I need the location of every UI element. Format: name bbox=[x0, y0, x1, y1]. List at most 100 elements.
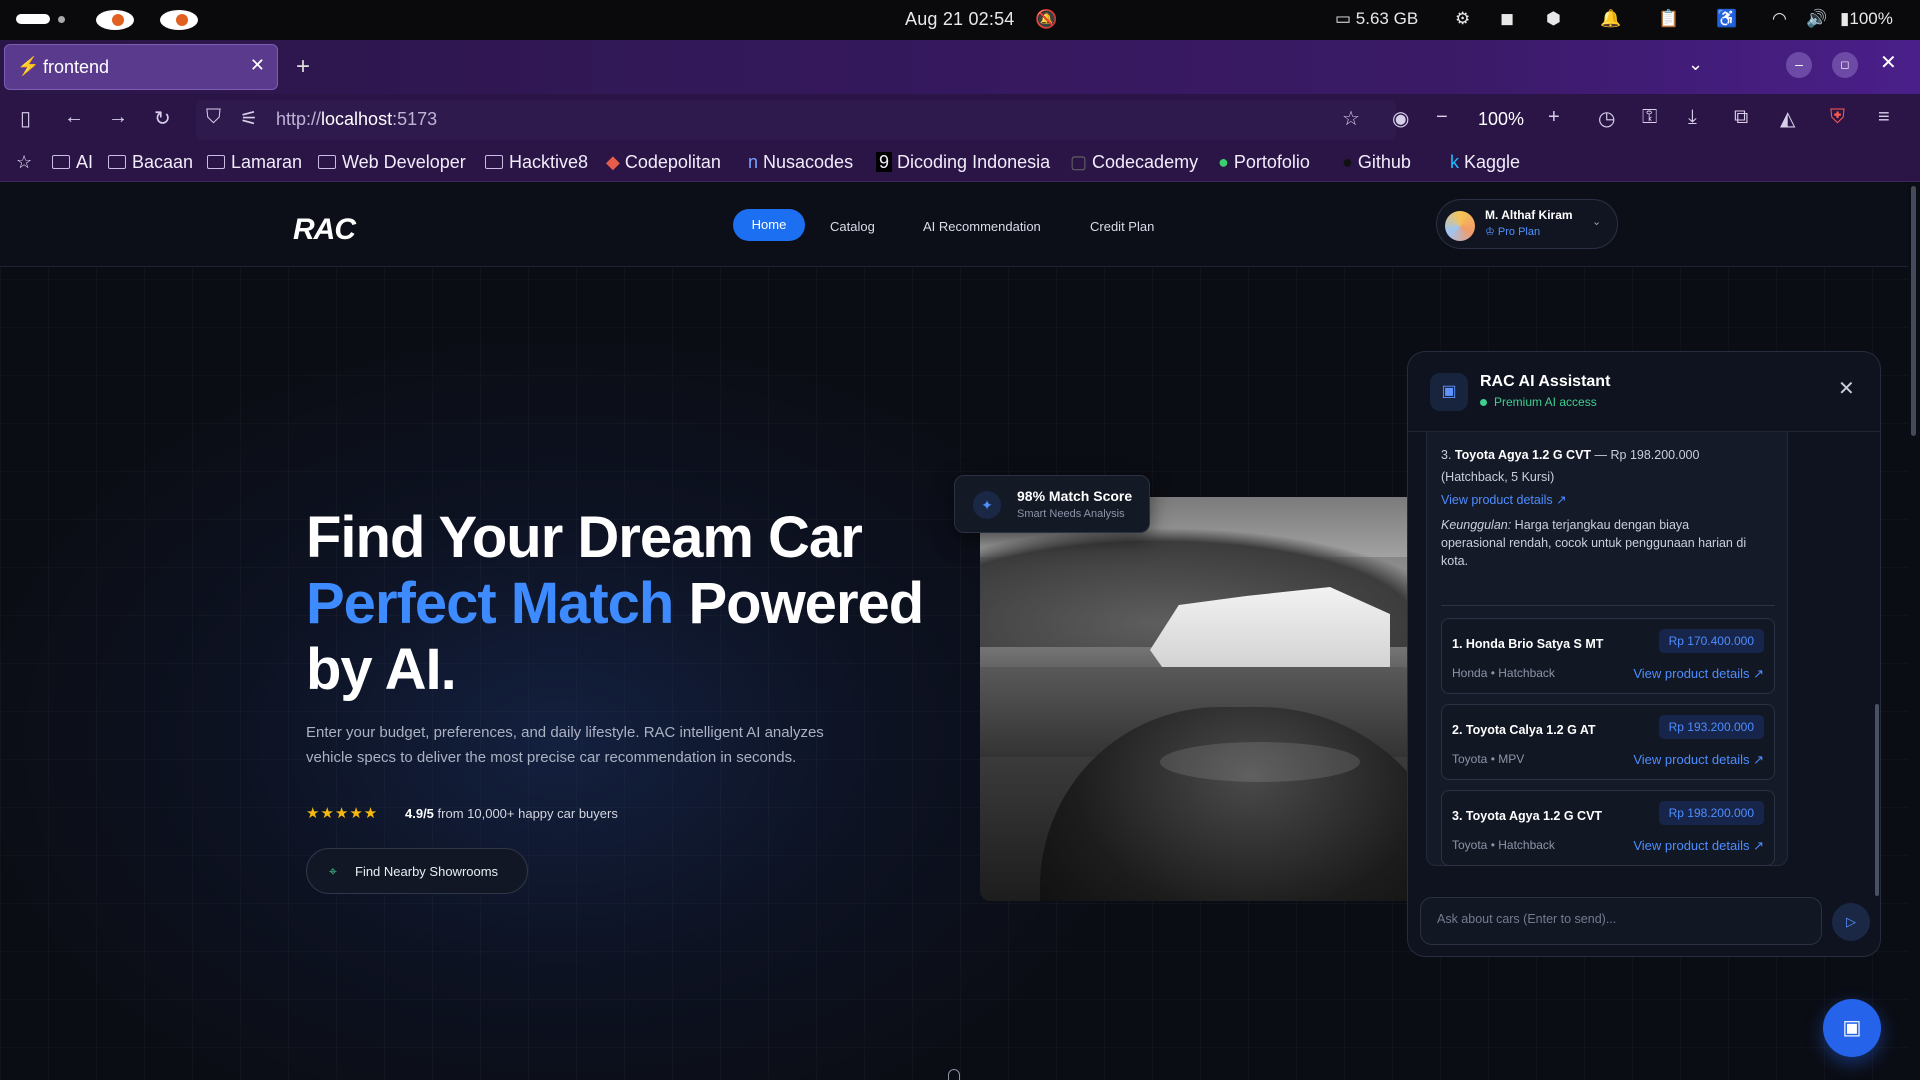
zoom-out-icon[interactable]: − bbox=[1436, 106, 1448, 129]
nav-ai-recommendation[interactable]: AI Recommendation bbox=[923, 219, 1041, 234]
zoom-level[interactable]: 100% bbox=[1478, 109, 1524, 130]
extension-icon[interactable]: ◭ bbox=[1780, 106, 1795, 131]
view-product-link[interactable]: View product details ↗ bbox=[1441, 492, 1567, 507]
menu-icon[interactable]: ≡ bbox=[1878, 106, 1890, 129]
download-icon[interactable]: ⤓ bbox=[1688, 106, 1697, 129]
bookmark-label: Codepolitan bbox=[624, 152, 721, 172]
bookmarks-star-icon[interactable]: ☆ bbox=[16, 152, 32, 173]
portfolio-icon: ● bbox=[1218, 152, 1234, 172]
chat-subtitle: Premium AI access bbox=[1494, 395, 1597, 409]
workspace-dot[interactable] bbox=[58, 16, 65, 23]
shield-icon[interactable]: ⛉ bbox=[206, 106, 221, 129]
bookmark-link[interactable]: ● Github bbox=[1342, 152, 1411, 173]
recommendation-card[interactable]: 3. Toyota Agya 1.2 G CVT Rp 198.200.000 … bbox=[1441, 790, 1775, 866]
workspace-indicator[interactable] bbox=[16, 14, 50, 24]
close-window-button[interactable]: ✕ bbox=[1880, 50, 1897, 75]
bookmark-link[interactable]: 9 Dicoding Indonesia bbox=[876, 152, 1050, 173]
rating-caption: from 10,000+ happy car buyers bbox=[433, 806, 618, 821]
msg-item-price: — Rp 198.200.000 bbox=[1591, 448, 1700, 462]
view-product-label: View product details bbox=[1633, 752, 1750, 767]
find-showrooms-button[interactable]: ⌖ Find Nearby Showrooms bbox=[306, 848, 528, 894]
scroll-down-indicator bbox=[948, 1069, 960, 1080]
browser-tab[interactable]: ⚡ frontend ✕ bbox=[4, 44, 278, 90]
view-product-link[interactable]: View product details ↗ bbox=[1633, 752, 1764, 768]
view-product-link[interactable]: View product details ↗ bbox=[1633, 838, 1764, 854]
bookmark-folder[interactable]: Bacaan bbox=[108, 152, 193, 173]
bookmark-label: Hacktive8 bbox=[509, 152, 589, 172]
extensions-icon[interactable]: ⧉ bbox=[1734, 106, 1748, 129]
battery-indicator[interactable]: ▮100% bbox=[1840, 9, 1893, 29]
folder-icon bbox=[207, 155, 225, 169]
clock[interactable]: Aug 21 02:54 bbox=[905, 9, 1015, 30]
history-icon[interactable]: ◷ bbox=[1598, 106, 1615, 131]
msg-item-name: Toyota Agya 1.2 G CVT bbox=[1454, 448, 1592, 462]
eye-icon bbox=[160, 10, 198, 30]
bookmark-link[interactable]: ● Portofolio bbox=[1218, 152, 1310, 173]
back-arrow-icon[interactable]: ← bbox=[64, 106, 84, 129]
external-link-icon: ↗ bbox=[1753, 666, 1764, 681]
shield-icon[interactable]: ⬢ bbox=[1546, 9, 1561, 29]
star-bookmark-icon[interactable]: ☆ bbox=[1342, 106, 1360, 131]
page-scrollbar-thumb[interactable] bbox=[1911, 186, 1916, 436]
bookmark-link[interactable]: n Nusacodes bbox=[748, 152, 853, 173]
bookmark-link[interactable]: ◆ Codepolitan bbox=[606, 152, 721, 173]
recommendation-meta: Toyota • Hatchback bbox=[1452, 838, 1555, 852]
notification-icon[interactable]: 🔔 bbox=[1600, 9, 1621, 29]
msg-item-prefix: 3. bbox=[1441, 448, 1455, 462]
site-logo[interactable]: RAC bbox=[293, 213, 356, 247]
clipboard-icon[interactable]: 📋 bbox=[1658, 9, 1679, 29]
url-port: :5173 bbox=[392, 109, 438, 129]
view-product-label: View product details bbox=[1633, 838, 1750, 853]
nav-catalog[interactable]: Catalog bbox=[830, 219, 875, 234]
volume-icon[interactable]: 🔊 bbox=[1806, 9, 1827, 29]
minimize-button[interactable]: – bbox=[1786, 52, 1812, 78]
crown-icon: ♔ bbox=[1485, 226, 1498, 238]
nav-home[interactable]: Home bbox=[733, 209, 805, 241]
wifi-icon[interactable]: ◠ bbox=[1772, 9, 1787, 29]
sparkle-icon: ✦ bbox=[973, 491, 1001, 519]
price-badge: Rp 193.200.000 bbox=[1658, 715, 1764, 739]
key-icon[interactable]: ⚿ bbox=[1642, 106, 1657, 129]
ai-assistant-panel: ▣ RAC AI Assistant Premium AI access ✕ 3… bbox=[1407, 351, 1881, 957]
accessibility-icon[interactable]: ♿ bbox=[1716, 9, 1737, 29]
close-icon[interactable]: ✕ bbox=[1838, 376, 1855, 401]
tray-icon[interactable]: ⚙ bbox=[1455, 9, 1470, 29]
recommendation-card[interactable]: 1. Honda Brio Satya S MT Rp 170.400.000 … bbox=[1441, 618, 1775, 694]
sidebar-toggle-icon[interactable]: ▯ bbox=[20, 106, 31, 131]
bookmark-folder[interactable]: Lamaran bbox=[207, 152, 302, 173]
advantage-text: operasional rendah, cocok untuk pengguna… bbox=[1441, 536, 1747, 550]
view-product-link[interactable]: View product details ↗ bbox=[1633, 666, 1764, 682]
chat-scrollbar[interactable] bbox=[1875, 704, 1879, 896]
chat-toggle-button[interactable]: ▣ bbox=[1823, 999, 1881, 1057]
maximize-button[interactable]: ◻ bbox=[1832, 52, 1858, 78]
user-name: M. Althaf Kiram bbox=[1485, 208, 1573, 222]
zoom-in-icon[interactable]: + bbox=[1548, 106, 1560, 129]
bookmark-link[interactable]: ▢ Codecademy bbox=[1070, 152, 1198, 173]
tray-icon[interactable]: ◼ bbox=[1500, 9, 1514, 29]
kaggle-icon: k bbox=[1450, 152, 1465, 172]
url-text[interactable]: http://localhost:5173 bbox=[276, 109, 437, 130]
bookmark-folder[interactable]: Web Developer bbox=[318, 152, 466, 173]
memory-indicator[interactable]: ▭ 5.63 GB bbox=[1335, 9, 1418, 29]
bookmark-folder[interactable]: Hacktive8 bbox=[485, 152, 588, 173]
recommendation-card[interactable]: 2. Toyota Calya 1.2 G AT Rp 193.200.000 … bbox=[1441, 704, 1775, 780]
send-button[interactable]: ▷ bbox=[1832, 903, 1870, 941]
bookmark-label: Bacaan bbox=[132, 152, 194, 172]
bookmark-folder[interactable]: AI bbox=[52, 152, 93, 173]
close-tab-icon[interactable]: ✕ bbox=[250, 55, 265, 76]
nav-credit-plan[interactable]: Credit Plan bbox=[1090, 219, 1154, 234]
site-settings-icon[interactable]: ⚟ bbox=[240, 106, 258, 131]
forward-arrow-icon[interactable]: → bbox=[108, 106, 128, 129]
extension-icon[interactable]: ◉ bbox=[1392, 106, 1409, 131]
bell-off-icon[interactable]: 🔕 bbox=[1035, 9, 1057, 30]
ublock-icon[interactable]: ⛨ bbox=[1830, 106, 1845, 129]
bookmark-link[interactable]: k Kaggle bbox=[1450, 152, 1520, 173]
tab-list-chevron-icon[interactable]: ⌄ bbox=[1688, 54, 1703, 75]
bookmark-label: AI bbox=[76, 152, 94, 172]
reload-icon[interactable]: ↻ bbox=[154, 106, 171, 131]
chat-input[interactable] bbox=[1437, 912, 1797, 926]
new-tab-button[interactable]: + bbox=[296, 53, 310, 81]
eye-icon bbox=[96, 10, 134, 30]
hero-title-line-3: by AI. bbox=[306, 637, 457, 702]
bookmark-label: Codecademy bbox=[1092, 152, 1199, 172]
